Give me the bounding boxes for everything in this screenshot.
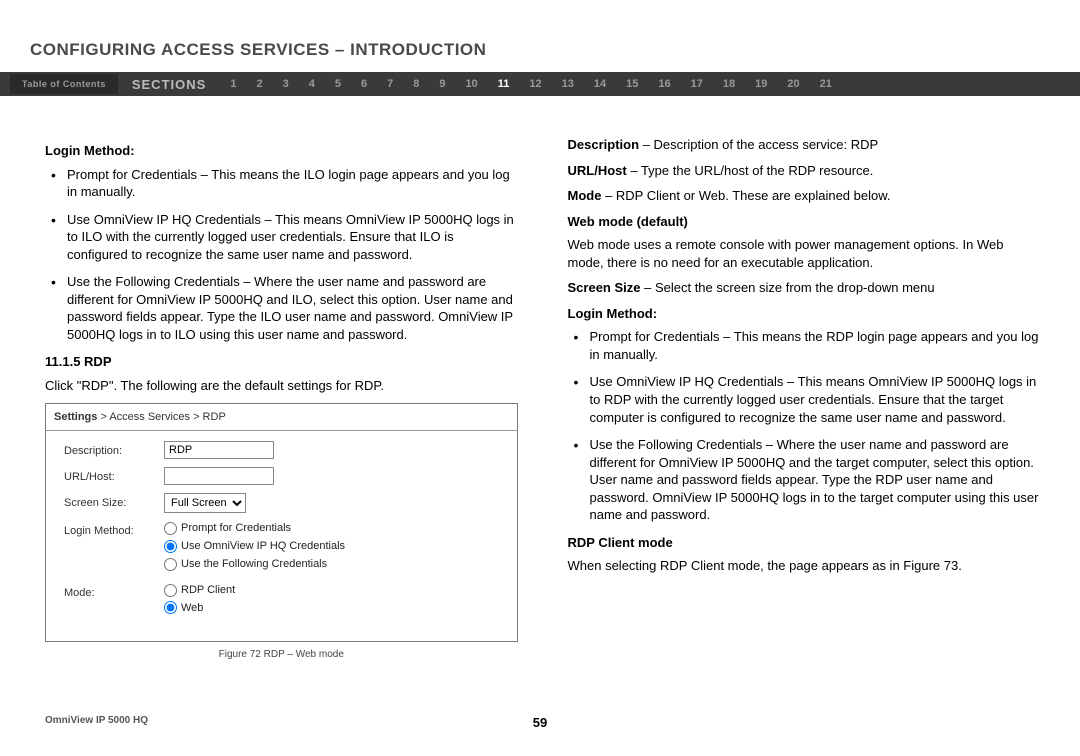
login-method-list-right: Prompt for Credentials – This means the … xyxy=(568,328,1041,523)
mode-line: Mode – RDP Client or Web. These are expl… xyxy=(568,187,1041,205)
nav-section-16[interactable]: 16 xyxy=(648,78,680,90)
nav-section-3[interactable]: 3 xyxy=(273,78,299,90)
mode-radio-option[interactable]: Web xyxy=(164,601,235,616)
rdp-intro: Click "RDP". The following are the defau… xyxy=(45,377,518,395)
breadcrumb-rest: > Access Services > RDP xyxy=(97,411,225,423)
nav-section-14[interactable]: 14 xyxy=(584,78,616,90)
page-number: 59 xyxy=(533,715,547,730)
login-method-heading-right: Login Method: xyxy=(568,305,1041,323)
rdp-client-desc: When selecting RDP Client mode, the page… xyxy=(568,557,1041,575)
nav-section-15[interactable]: 15 xyxy=(616,78,648,90)
rdp-section-heading: 11.1.5 RDP xyxy=(45,353,518,371)
list-item: Prompt for Credentials – This means the … xyxy=(568,328,1041,363)
nav-section-11[interactable]: 11 xyxy=(488,78,520,90)
login-radio-option[interactable]: Use OmniView IP HQ Credentials xyxy=(164,539,345,554)
nav-section-12[interactable]: 12 xyxy=(519,78,551,90)
mode-radios: RDP Client Web xyxy=(164,583,235,619)
mode-label: Mode: xyxy=(64,583,164,601)
description-label: Description: xyxy=(64,441,164,459)
nav-section-2[interactable]: 2 xyxy=(246,78,272,90)
url-host-line: URL/Host – Type the URL/host of the RDP … xyxy=(568,162,1041,180)
list-item: Use OmniView IP HQ Credentials – This me… xyxy=(568,373,1041,426)
page-title: CONFIGURING ACCESS SERVICES – INTRODUCTI… xyxy=(0,0,1080,72)
nav-section-19[interactable]: 19 xyxy=(745,78,777,90)
list-item: Use the Following Credentials – Where th… xyxy=(568,436,1041,524)
product-name: OmniView IP 5000 HQ xyxy=(45,715,148,726)
nav-section-5[interactable]: 5 xyxy=(325,78,351,90)
description-line: Description – Description of the access … xyxy=(568,136,1041,154)
nav-section-18[interactable]: 18 xyxy=(713,78,745,90)
right-column: Description – Description of the access … xyxy=(568,136,1041,661)
breadcrumb: Settings > Access Services > RDP xyxy=(46,404,517,431)
rdp-client-heading: RDP Client mode xyxy=(568,534,1041,552)
nav-section-7[interactable]: 7 xyxy=(377,78,403,90)
breadcrumb-root: Settings xyxy=(54,411,97,423)
list-item: Use OmniView IP HQ Credentials – This me… xyxy=(45,211,518,264)
url-host-label: URL/Host: xyxy=(64,467,164,485)
url-host-input[interactable] xyxy=(164,467,274,485)
login-method-radios: Prompt for Credentials Use OmniView IP HQ… xyxy=(164,521,345,575)
nav-section-4[interactable]: 4 xyxy=(299,78,325,90)
nav-bar: Table of Contents SECTIONS 1234567891011… xyxy=(0,72,1080,96)
nav-sections-label: SECTIONS xyxy=(118,77,220,92)
login-radio-option[interactable]: Prompt for Credentials xyxy=(164,521,345,536)
screen-size-label: Screen Size: xyxy=(64,493,164,511)
footer: OmniView IP 5000 HQ 59 xyxy=(0,715,1080,726)
nav-section-6[interactable]: 6 xyxy=(351,78,377,90)
nav-toc[interactable]: Table of Contents xyxy=(10,74,118,94)
screen-size-line: Screen Size – Select the screen size fro… xyxy=(568,279,1041,297)
rdp-settings-screenshot: Settings > Access Services > RDP Descrip… xyxy=(45,403,518,642)
screen-size-select[interactable]: Full Screen xyxy=(164,493,246,513)
login-method-list: Prompt for Credentials – This means the … xyxy=(45,166,518,344)
nav-section-20[interactable]: 20 xyxy=(777,78,809,90)
login-method-heading: Login Method: xyxy=(45,142,518,160)
web-mode-heading: Web mode (default) xyxy=(568,213,1041,231)
list-item: Prompt for Credentials – This means the … xyxy=(45,166,518,201)
nav-section-8[interactable]: 8 xyxy=(403,78,429,90)
login-radio-option[interactable]: Use the Following Credentials xyxy=(164,557,345,572)
nav-section-17[interactable]: 17 xyxy=(681,78,713,90)
mode-radio-option[interactable]: RDP Client xyxy=(164,583,235,598)
nav-section-21[interactable]: 21 xyxy=(810,78,842,90)
nav-section-10[interactable]: 10 xyxy=(455,78,487,90)
figure-caption: Figure 72 RDP – Web mode xyxy=(45,648,518,662)
description-input[interactable] xyxy=(164,441,274,459)
nav-section-1[interactable]: 1 xyxy=(220,78,246,90)
web-mode-desc: Web mode uses a remote console with powe… xyxy=(568,236,1041,271)
nav-section-9[interactable]: 9 xyxy=(429,78,455,90)
nav-section-13[interactable]: 13 xyxy=(552,78,584,90)
login-method-label: Login Method: xyxy=(64,521,164,539)
list-item: Use the Following Credentials – Where th… xyxy=(45,273,518,343)
left-column: Login Method: Prompt for Credentials – T… xyxy=(45,136,518,661)
